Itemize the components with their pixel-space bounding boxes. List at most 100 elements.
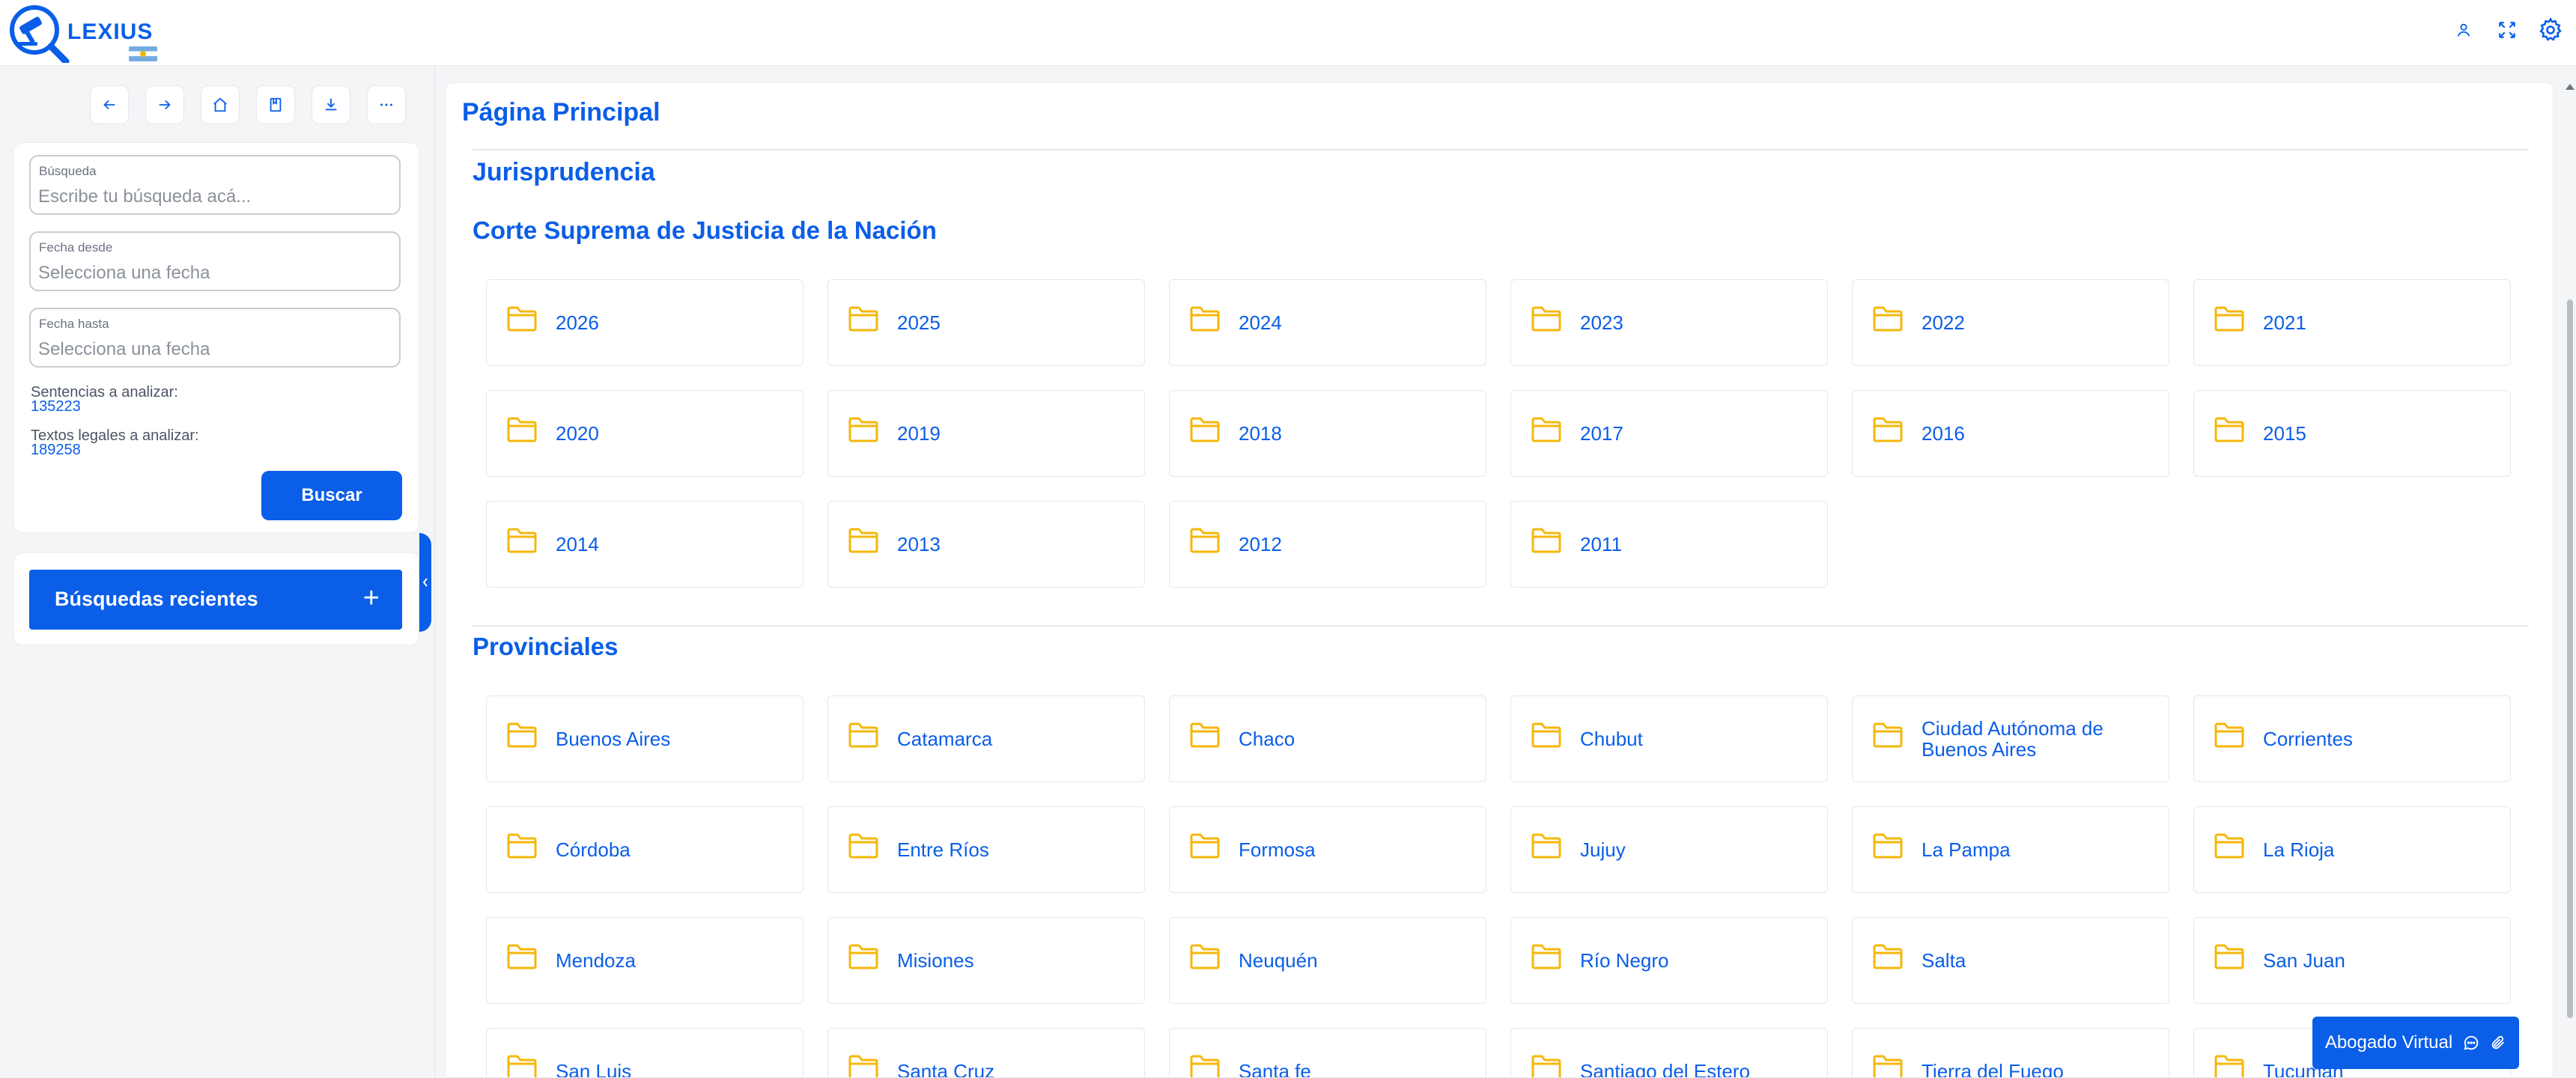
folder-icon — [1873, 417, 1903, 442]
folder-card[interactable]: 2014 — [486, 501, 804, 588]
folder-card[interactable]: 2018 — [1169, 390, 1486, 477]
folder-icon — [1190, 528, 1220, 553]
folder-icon — [507, 833, 537, 859]
scroll-up-icon[interactable] — [2566, 84, 2575, 90]
folder-icon — [1190, 944, 1220, 969]
folder-card[interactable]: 2023 — [1510, 279, 1828, 366]
folder-label: Santa fe — [1239, 1060, 1311, 1078]
folder-icon — [848, 944, 878, 969]
search-button[interactable]: Buscar — [261, 471, 402, 520]
abogado-virtual-label: Abogado Virtual — [2324, 1032, 2453, 1053]
folder-card[interactable]: 2020 — [486, 390, 804, 477]
date-to-input[interactable] — [38, 338, 390, 362]
logo-text: LEXIUS — [67, 19, 154, 44]
folder-card[interactable]: 2025 — [827, 279, 1145, 366]
folder-card[interactable]: Entre Ríos — [827, 806, 1145, 893]
date-from-field[interactable]: Fecha desde — [29, 231, 401, 291]
search-input[interactable] — [38, 185, 390, 209]
folder-icon — [2214, 1055, 2244, 1077]
folder-card[interactable]: 2013 — [827, 501, 1145, 588]
folder-card[interactable]: Buenos Aires — [486, 695, 804, 782]
page-scrollbar[interactable] — [2563, 75, 2576, 1078]
expand-icon[interactable] — [2494, 16, 2521, 43]
folder-card[interactable]: Santiago del Estero — [1510, 1028, 1828, 1077]
bookmark-button[interactable] — [256, 85, 295, 124]
folder-card[interactable]: Santa fe — [1169, 1028, 1486, 1078]
folder-card[interactable]: Neuquén — [1169, 917, 1486, 1004]
folder-card[interactable]: 2011 — [1510, 501, 1828, 588]
folder-icon — [848, 833, 878, 859]
gear-icon[interactable] — [2537, 16, 2564, 43]
folder-label: 2014 — [556, 533, 599, 555]
date-from-input[interactable] — [38, 261, 390, 285]
folder-card[interactable]: Mendoza — [486, 917, 804, 1004]
folder-icon — [848, 1055, 878, 1077]
app-logo[interactable]: LEXIUS — [7, 3, 157, 63]
folder-card[interactable]: Chaco — [1169, 695, 1486, 782]
folder-label: Misiones — [897, 949, 974, 972]
folder-label: Neuquén — [1239, 949, 1318, 972]
plus-icon: + — [362, 582, 380, 614]
folder-card[interactable]: 2015 — [2193, 390, 2511, 477]
section-corte-suprema: Corte Suprema de Justicia de la Nación — [473, 216, 937, 244]
folder-card[interactable]: Formosa — [1169, 806, 1486, 893]
folder-card[interactable]: San Juan — [2193, 917, 2511, 1004]
folder-card[interactable]: Córdoba — [486, 806, 804, 893]
folder-card[interactable]: Río Negro — [1510, 917, 1828, 1004]
folder-icon — [1190, 417, 1220, 442]
folder-label: 2025 — [897, 311, 941, 334]
sidebar-divider — [434, 66, 435, 1078]
folder-card[interactable]: 2016 — [1852, 390, 2169, 477]
folder-card[interactable]: Catamarca — [827, 695, 1145, 782]
sentences-count: 135223 — [31, 398, 81, 415]
scrollbar-thumb[interactable] — [2567, 299, 2573, 1018]
folder-card[interactable]: Tierra del Fuego — [1852, 1028, 2169, 1077]
folder-card[interactable]: Corrientes — [2193, 695, 2511, 782]
folder-icon — [1873, 722, 1903, 748]
legal-texts-count: 189258 — [31, 442, 81, 458]
folder-label: 2026 — [556, 311, 599, 334]
home-button[interactable] — [201, 85, 240, 124]
folder-card[interactable]: 2019 — [827, 390, 1145, 477]
folder-card[interactable]: Santa Cruz — [827, 1028, 1145, 1077]
search-panel: Búsqueda Fecha desde Fecha hasta Sentenc… — [13, 142, 419, 533]
download-icon — [325, 98, 337, 111]
folder-card[interactable]: Ciudad Autónoma de Buenos Aires — [1852, 695, 2169, 782]
abogado-virtual-button[interactable]: Abogado Virtual — [2312, 1017, 2519, 1069]
top-bar: LEXIUS — [0, 0, 2576, 66]
folder-card[interactable]: Chubut — [1510, 695, 1828, 782]
folder-label: Chaco — [1239, 728, 1295, 750]
recent-searches-button[interactable]: Búsquedas recientes + — [29, 570, 402, 630]
folder-icon — [507, 944, 537, 969]
page-title: Página Principal — [462, 98, 660, 127]
date-to-label: Fecha hasta — [39, 317, 109, 331]
folder-card[interactable]: San Luis — [486, 1028, 804, 1077]
download-button[interactable] — [312, 85, 350, 124]
folder-label: Catamarca — [897, 728, 993, 750]
folder-card[interactable]: La Rioja — [2193, 806, 2511, 893]
folder-card[interactable]: La Pampa — [1852, 806, 2169, 893]
folder-card[interactable]: Salta — [1852, 917, 2169, 1004]
collapse-sidebar-handle[interactable] — [419, 533, 431, 632]
folder-label: La Pampa — [1922, 838, 2011, 861]
folder-card[interactable]: 2017 — [1510, 390, 1828, 477]
folder-card[interactable]: 2026 — [486, 279, 804, 366]
folder-card[interactable]: Misiones — [827, 917, 1145, 1004]
user-icon[interactable] — [2450, 16, 2477, 43]
folder-card[interactable]: 2024 — [1169, 279, 1486, 366]
chat-bubble-icon — [2464, 1035, 2479, 1050]
more-horizontal-icon — [380, 103, 392, 106]
folder-card[interactable]: 2022 — [1852, 279, 2169, 366]
folder-card[interactable]: Jujuy — [1510, 806, 1828, 893]
search-field[interactable]: Búsqueda — [29, 155, 401, 215]
folder-icon — [507, 722, 537, 748]
folder-card[interactable]: 2012 — [1169, 501, 1486, 588]
folder-label: Entre Ríos — [897, 838, 989, 861]
forward-button[interactable] — [145, 85, 184, 124]
folder-icon — [1190, 722, 1220, 748]
more-button[interactable] — [367, 85, 406, 124]
folder-label: Formosa — [1239, 838, 1316, 861]
date-to-field[interactable]: Fecha hasta — [29, 308, 401, 368]
back-button[interactable] — [90, 85, 129, 124]
folder-card[interactable]: 2021 — [2193, 279, 2511, 366]
